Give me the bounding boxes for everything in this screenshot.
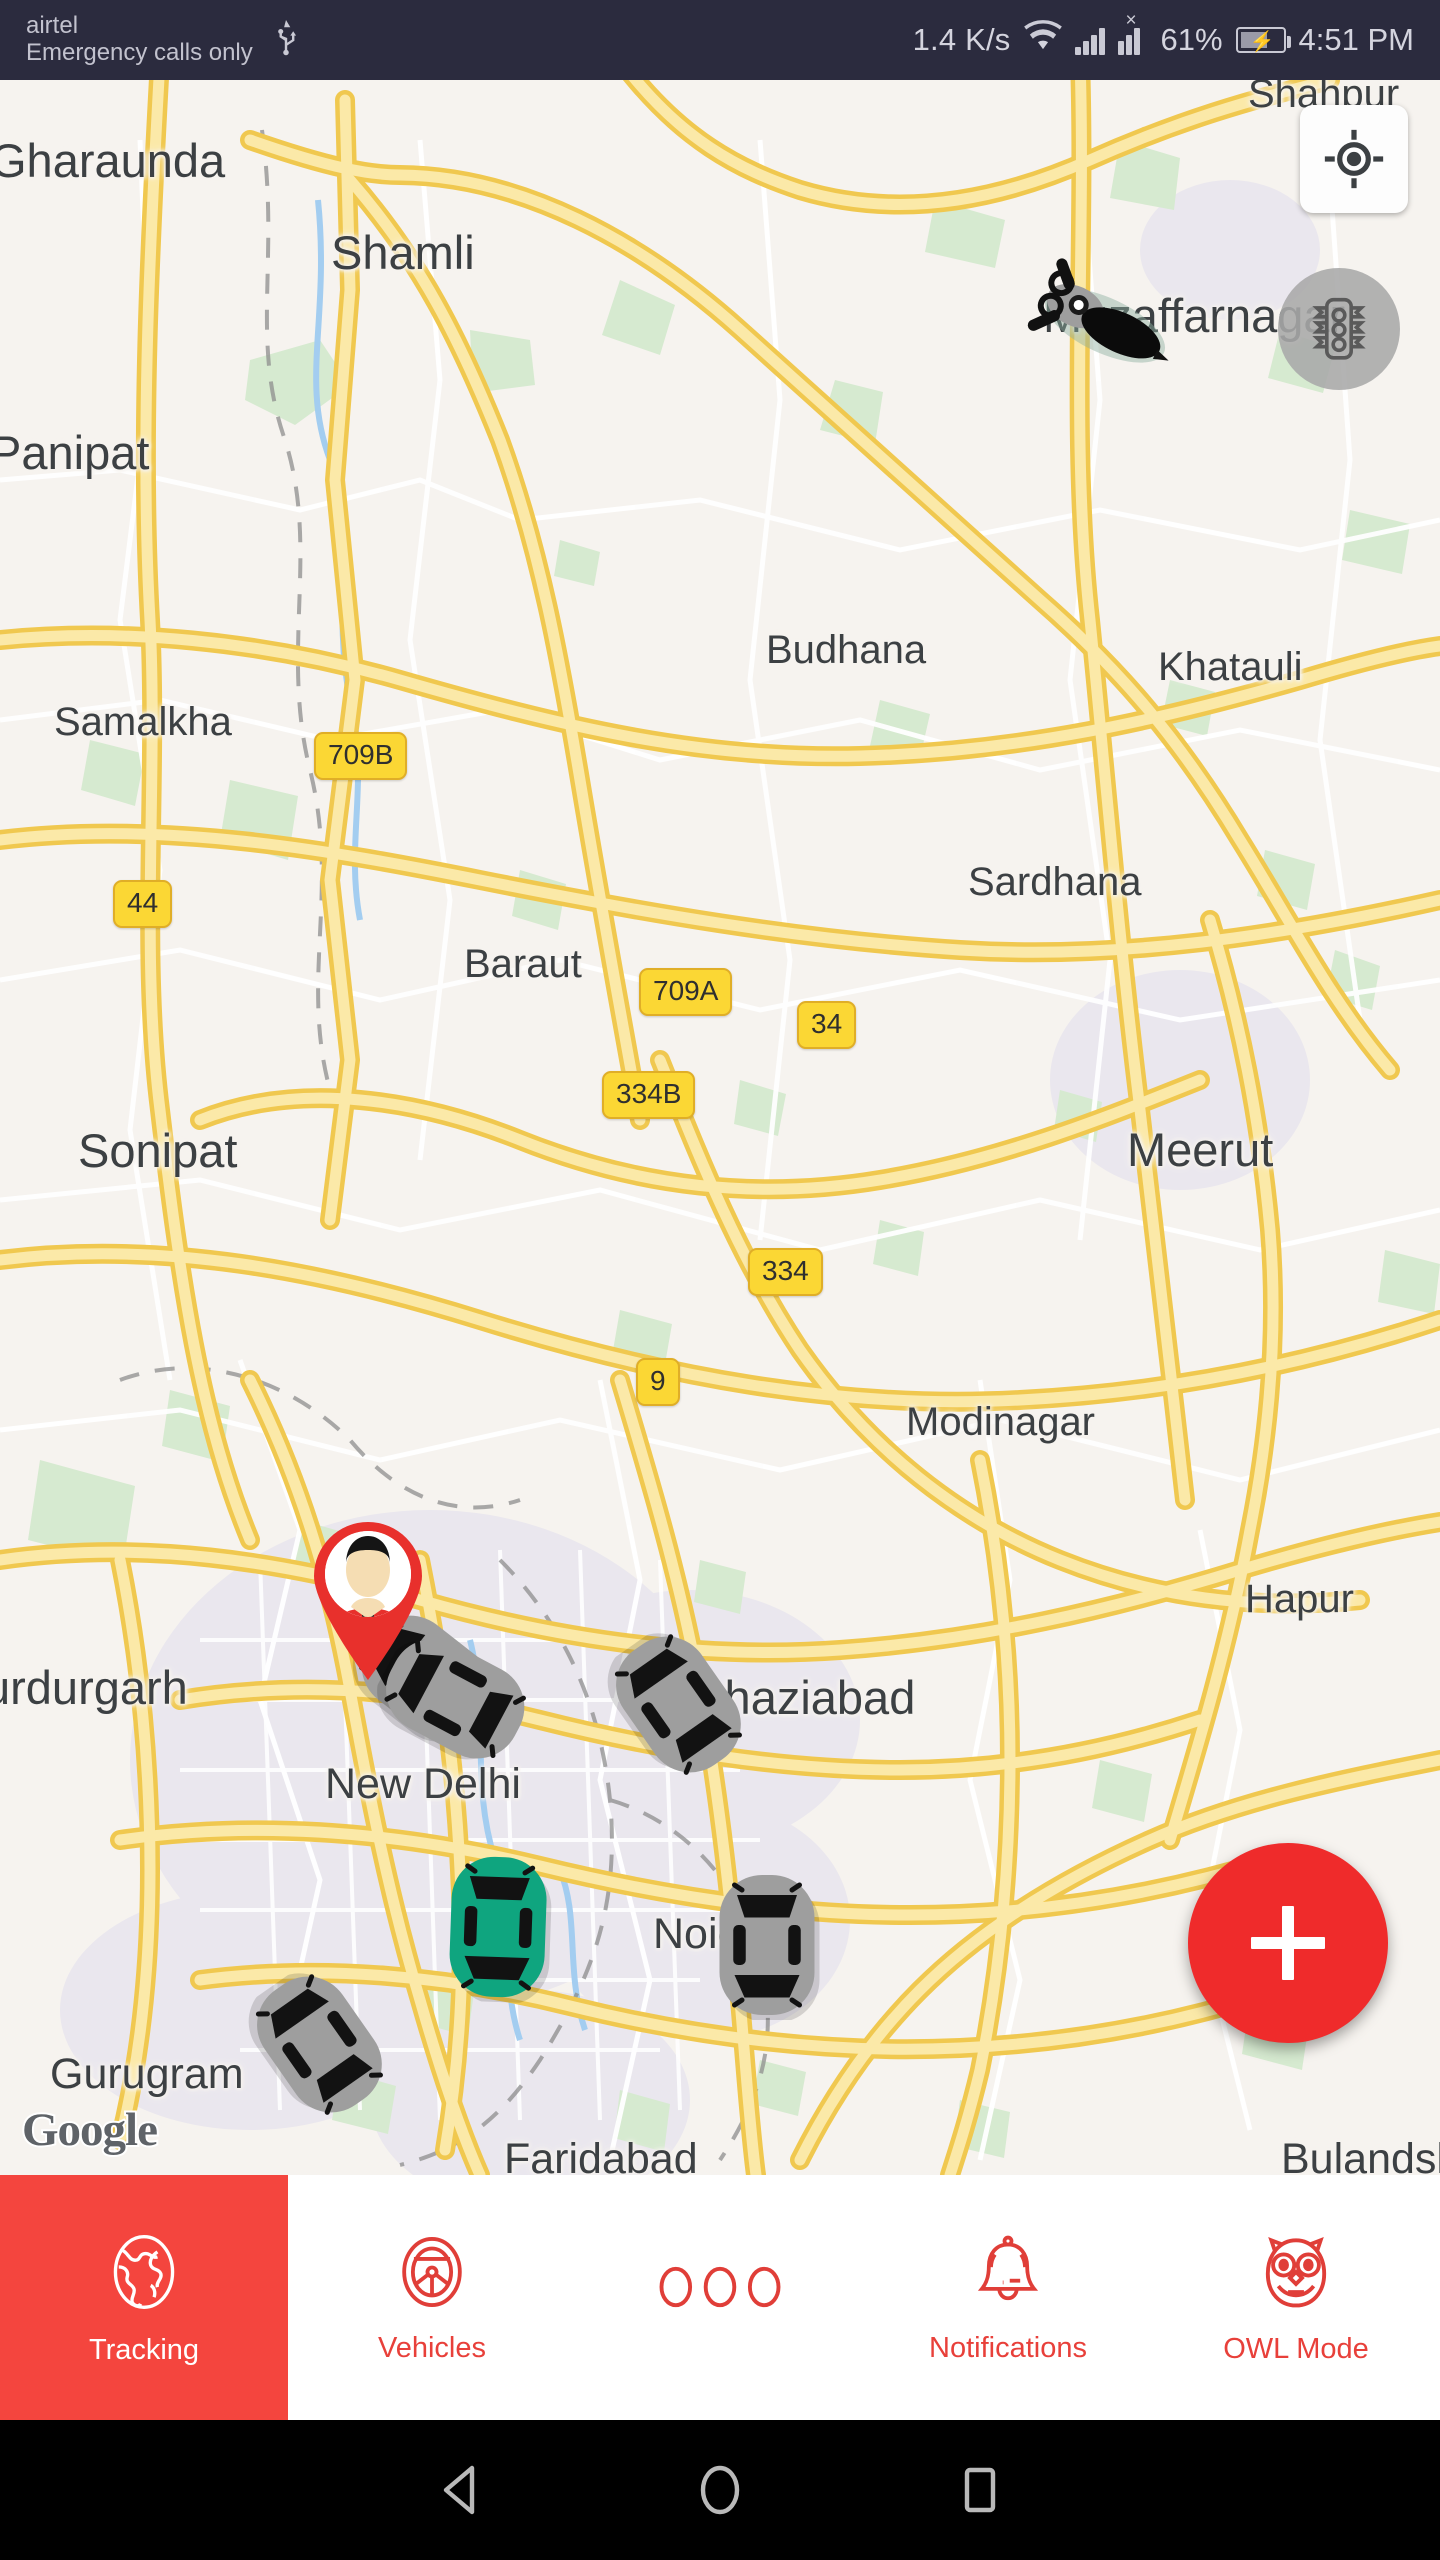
battery-percent: 61% bbox=[1160, 22, 1223, 57]
highway-shield: 334B bbox=[602, 1071, 696, 1119]
wifi-icon bbox=[1023, 20, 1062, 60]
back-triangle-icon[interactable] bbox=[430, 2460, 490, 2520]
nav-item-vehicles[interactable]: Vehicles bbox=[288, 2175, 576, 2420]
bell-icon bbox=[973, 2232, 1043, 2320]
signal-bars-icon-1 bbox=[1074, 25, 1105, 55]
owl-icon bbox=[1259, 2231, 1333, 2321]
globe-icon bbox=[106, 2230, 182, 2322]
nav-label-owl-mode: OWL Mode bbox=[1223, 2333, 1369, 2365]
nav-item-owl-mode[interactable]: OWL Mode bbox=[1152, 2175, 1440, 2420]
highway-shield: 709A bbox=[639, 968, 733, 1016]
highway-shield: 334 bbox=[748, 1248, 823, 1296]
traffic-toggle-button[interactable] bbox=[1278, 268, 1400, 390]
add-vehicle-fab[interactable] bbox=[1188, 1843, 1388, 2043]
my-location-button[interactable] bbox=[1300, 105, 1408, 213]
car-marker-5[interactable] bbox=[712, 1870, 822, 2025]
car-marker-4[interactable] bbox=[440, 1850, 555, 2009]
no-sim-x-icon: × bbox=[1125, 10, 1137, 31]
nav-item-notifications[interactable]: Notifications bbox=[864, 2175, 1152, 2420]
carrier-status: Emergency calls only bbox=[26, 39, 253, 66]
battery-charging-icon: ⚡ bbox=[1235, 27, 1291, 53]
status-bar: airtel Emergency calls only 1.4 K/s × 61… bbox=[0, 0, 1440, 80]
network-speed: 1.4 K/s bbox=[912, 22, 1011, 57]
carrier-info: airtel Emergency calls only bbox=[26, 12, 253, 67]
recents-square-icon[interactable] bbox=[950, 2460, 1010, 2520]
user-location-pin[interactable] bbox=[300, 1512, 436, 1682]
map-canvas[interactable]: Shahpur Gharaunda Shamli Muzaffarnagar Panip… bbox=[0, 80, 1440, 2175]
highway-shield: 34 bbox=[797, 1001, 857, 1049]
carrier-name: airtel bbox=[26, 12, 79, 40]
nav-label-tracking: Tracking bbox=[88, 2334, 200, 2366]
status-bar-left: airtel Emergency calls only bbox=[26, 12, 301, 67]
highway-shield: 709B bbox=[314, 732, 408, 780]
google-watermark: Google bbox=[20, 2102, 160, 2158]
plus-icon bbox=[1251, 1906, 1325, 1980]
nav-item-more[interactable] bbox=[576, 2175, 864, 2420]
highway-shield: 44 bbox=[113, 880, 173, 928]
map-tiles bbox=[0, 80, 1440, 2175]
nav-item-tracking[interactable]: Tracking bbox=[0, 2175, 288, 2420]
bottom-navigation[interactable]: Tracking Vehicles Notifications OWL Mode bbox=[0, 2175, 1440, 2420]
nav-label-notifications: Notifications bbox=[929, 2332, 1087, 2364]
usb-icon bbox=[271, 19, 301, 61]
android-navigation-bar[interactable] bbox=[0, 2420, 1440, 2560]
signal-bars-icon-2: × bbox=[1117, 11, 1148, 55]
steering-wheel-icon bbox=[397, 2232, 467, 2320]
home-circle-icon[interactable] bbox=[690, 2460, 750, 2520]
nav-label-vehicles: Vehicles bbox=[377, 2332, 486, 2364]
status-bar-right: 1.4 K/s × 61% ⚡ 4:51 PM bbox=[912, 11, 1414, 60]
three-circles-icon bbox=[655, 2263, 785, 2319]
clock: 4:51 PM bbox=[1298, 22, 1414, 57]
highway-shield: 9 bbox=[636, 1358, 680, 1406]
